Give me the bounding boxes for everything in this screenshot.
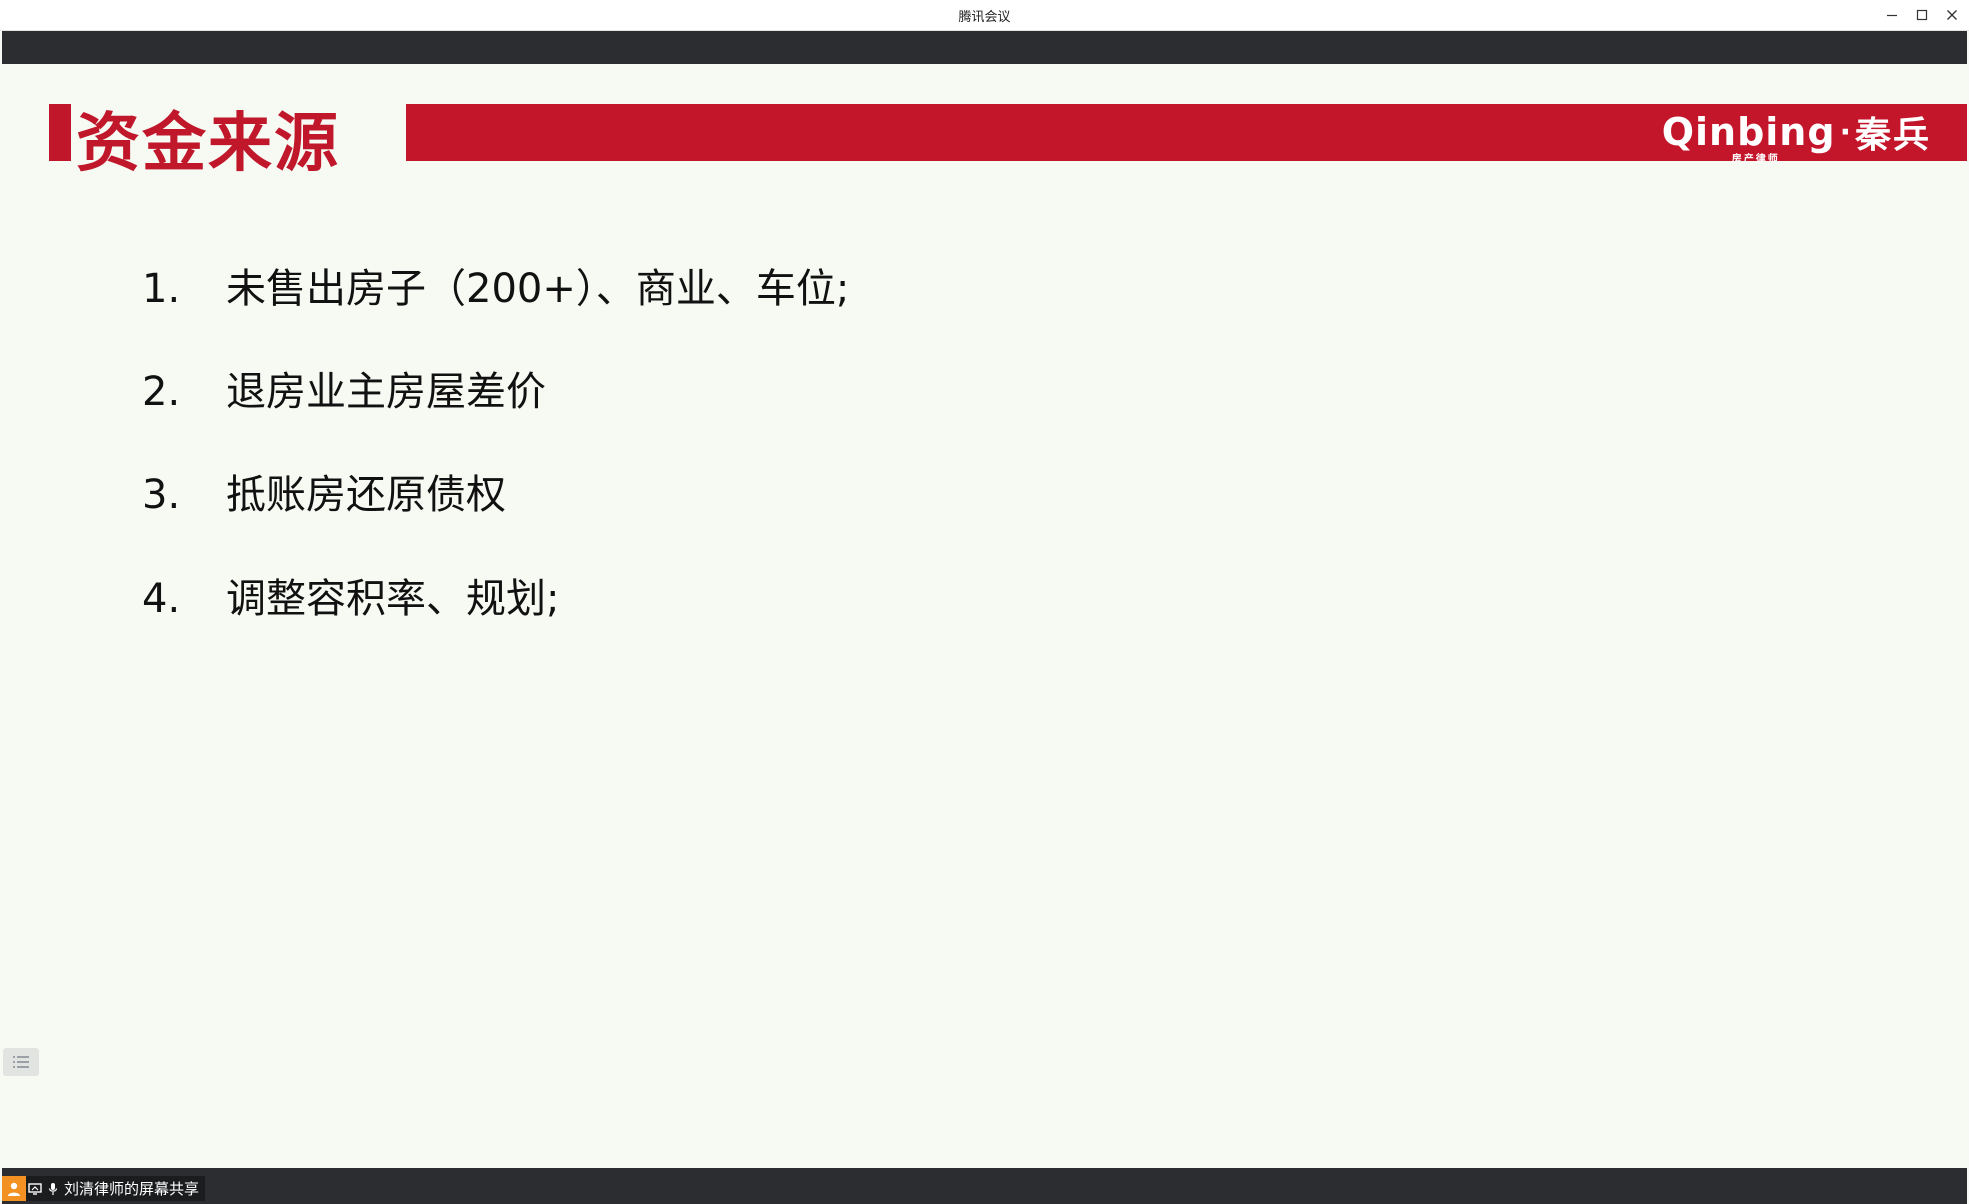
logo-latin-text: Qinbing (1661, 110, 1836, 154)
meeting-toolbar (2, 31, 1967, 64)
item-number: 3. (142, 472, 181, 518)
minimize-icon (1887, 14, 1897, 17)
header-banner: Qinbing 房产律师 · 秦兵 (406, 104, 1967, 165)
shared-slide: 资金来源 Qinbing 房产律师 · 秦兵 1. 未售出房子（200+）、商业、… (2, 64, 1967, 1168)
item-number: 2. (142, 369, 181, 415)
window-title: 腾讯会议 (958, 10, 1011, 25)
list-item: 3. 抵账房还原债权 (142, 470, 506, 520)
item-number: 4. (142, 576, 181, 622)
logo-latin: Qinbing 房产律师 (1661, 110, 1836, 165)
meeting-status-bar: 刘清律师的屏幕共享 (2, 1168, 1967, 1204)
user-icon (8, 1182, 20, 1196)
share-label: 刘清律师的屏幕共享 (64, 1180, 200, 1198)
microphone-indicator (44, 1176, 62, 1201)
meeting-window: 腾讯会议 资金来源 Qinbing 房产律师 · 秦兵 1. 未售出房子（200… (0, 0, 1969, 1204)
maximize-button[interactable] (1907, 0, 1937, 30)
logo-subtitle: 房产律师 (1731, 154, 1780, 165)
close-button[interactable] (1937, 0, 1967, 30)
close-icon (1947, 10, 1957, 20)
title-accent-bar (49, 104, 71, 161)
maximize-icon (1916, 9, 1928, 21)
list-icon (13, 1056, 29, 1068)
microphone-icon (48, 1182, 58, 1195)
list-item: 1. 未售出房子（200+）、商业、车位; (142, 264, 849, 314)
user-avatar (2, 1176, 26, 1201)
slide-title: 资金来源 (76, 107, 340, 181)
minimize-button[interactable] (1877, 0, 1907, 30)
logo-chinese: 秦兵 (1854, 115, 1931, 156)
item-text: 退房业主房屋差价 (226, 369, 546, 415)
screen-share-tag[interactable]: 刘清律师的屏幕共享 (2, 1176, 206, 1201)
item-text: 抵账房还原债权 (226, 472, 506, 518)
screen-share-indicator (26, 1176, 44, 1201)
title-bar: 腾讯会议 (0, 0, 1969, 31)
item-text: 未售出房子（200+）、商业、车位; (226, 266, 850, 312)
list-item: 2. 退房业主房屋差价 (142, 367, 546, 417)
screen-share-icon (28, 1182, 42, 1195)
item-number: 1. (142, 266, 181, 312)
list-item: 4. 调整容积率、规划; (142, 574, 559, 624)
logo-separator: · (1839, 114, 1851, 150)
notes-toggle-button[interactable] (3, 1048, 39, 1076)
brand-logo: Qinbing 房产律师 · 秦兵 (1661, 106, 1931, 165)
item-text: 调整容积率、规划; (226, 576, 560, 622)
